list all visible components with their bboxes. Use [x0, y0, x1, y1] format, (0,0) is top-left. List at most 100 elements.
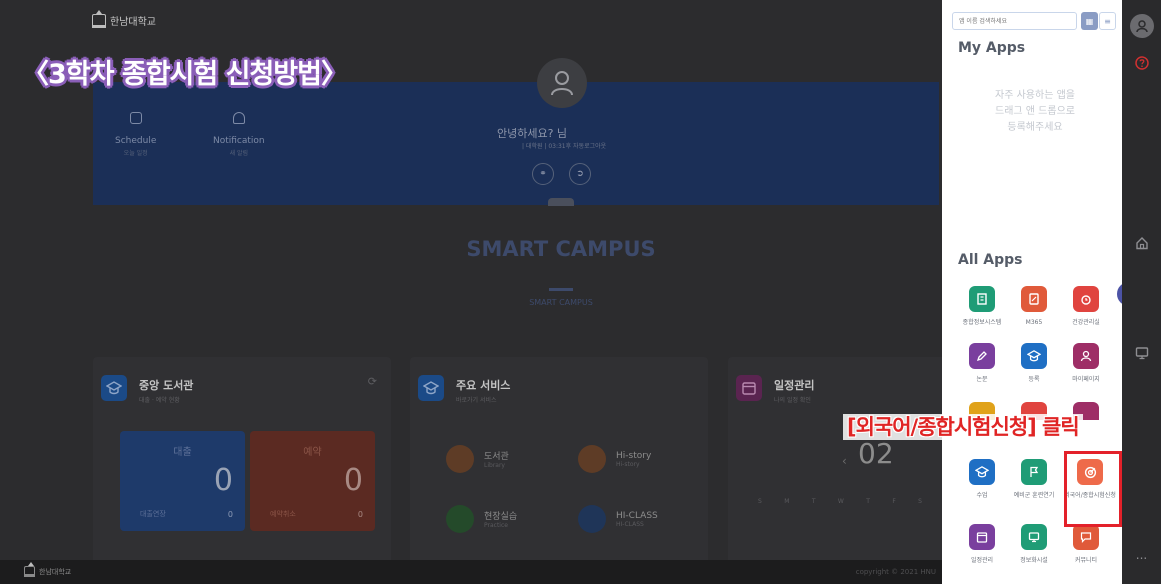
- weekday-label: T: [866, 498, 870, 505]
- services-card-sub: 바로가기 서비스: [456, 397, 497, 404]
- app-label: 예비군 훈련연기: [1013, 492, 1055, 499]
- document-icon: [1021, 286, 1047, 312]
- weekday-label: F: [892, 498, 896, 505]
- library-card-title: 중앙 도서관: [139, 379, 194, 392]
- profile-button[interactable]: [1122, 14, 1161, 38]
- app-label: 마이페이지: [1072, 376, 1100, 383]
- weekday-label: T: [811, 498, 816, 505]
- person-icon: [578, 505, 606, 533]
- university-emblem-icon: [24, 562, 35, 577]
- app-class[interactable]: 수업: [957, 459, 1007, 500]
- app-health[interactable]: 건강관리실: [1061, 286, 1111, 327]
- reserve-foot-value: 0: [357, 510, 363, 519]
- app-mypage[interactable]: 마이페이지: [1061, 343, 1111, 384]
- empty-line: 등록해주세요: [1007, 122, 1063, 133]
- building-icon: [969, 286, 995, 312]
- logout-button[interactable]: ➲: [569, 163, 591, 185]
- app-m365[interactable]: M365: [1009, 286, 1059, 327]
- link-button[interactable]: ⚭: [532, 163, 554, 185]
- monitor-icon: [1135, 347, 1148, 360]
- list-icon: ≡: [1104, 16, 1111, 26]
- weekday-label: S: [758, 498, 762, 505]
- reserve-label: 예약: [303, 447, 322, 458]
- service-label: HI-CLASS: [616, 510, 658, 521]
- app-schedule[interactable]: 일정관리: [957, 524, 1007, 565]
- service-practice[interactable]: 현장실습 Practice: [446, 505, 517, 533]
- prev-month-icon[interactable]: ‹: [842, 454, 847, 468]
- home-button[interactable]: [1122, 236, 1161, 250]
- notification-sub: 새 알림: [229, 150, 249, 157]
- library-card: 중앙 도서관 대출 · 예약 현황 ⟳ 대출 0 대출연장 0 예약 0 예약취…: [93, 357, 391, 567]
- monitor-icon: [1021, 524, 1047, 550]
- reserve-box[interactable]: 예약 0 예약취소 0: [250, 431, 375, 531]
- app-it-facilities[interactable]: 정보화시설: [1009, 524, 1059, 565]
- loan-foot-label: 대출연장: [140, 510, 166, 518]
- app-label: 일정관리: [970, 557, 994, 564]
- app-registration[interactable]: 등록: [1009, 343, 1059, 384]
- callout-instruction: [외국어/종합시험신청] 클릭: [843, 414, 1083, 440]
- home-icon: [1135, 237, 1148, 250]
- user-icon: [551, 71, 573, 96]
- reserve-foot-label: 예약취소: [270, 510, 296, 518]
- grid-icon: ▦: [1085, 16, 1094, 26]
- clipboard-icon: [446, 505, 474, 533]
- app-search-input[interactable]: [952, 12, 1077, 30]
- logout-icon: ➲: [576, 169, 584, 179]
- service-histroy[interactable]: Hi-story Hi-story: [578, 445, 651, 473]
- empty-line: 자주 사용하는 앱을: [995, 90, 1075, 101]
- app-label: 종합정보시스템: [962, 319, 1002, 326]
- university-emblem-icon: [92, 9, 106, 28]
- calendar-date: 02: [858, 437, 894, 470]
- all-apps-title: All Apps: [958, 252, 1023, 268]
- services-card-title: 주요 서비스: [456, 379, 511, 392]
- loan-box[interactable]: 대출 0 대출연장 0: [120, 431, 245, 531]
- document-icon: [578, 445, 606, 473]
- graduation-cap-icon: [1021, 343, 1047, 369]
- app-reserve-training[interactable]: 예비군 훈련연기: [1009, 459, 1059, 500]
- calendar-card: 일정관리 나의 일정 확인 ‹ 02 S M T W T F S: [728, 357, 942, 567]
- weekday-row: S M T W T F S: [758, 498, 922, 505]
- app-label: 수업: [976, 492, 988, 499]
- grid-view-button[interactable]: ▦: [1081, 12, 1098, 30]
- bell-icon: [232, 112, 245, 124]
- schedule-shortcut[interactable]: Schedule 오늘 일정: [115, 112, 156, 157]
- university-logo[interactable]: 한남대학교: [92, 9, 156, 28]
- help-icon: [1134, 56, 1149, 70]
- app-integrated-system[interactable]: 종합정보시스템: [957, 286, 1007, 327]
- flag-icon: [1021, 459, 1047, 485]
- person-icon: [1073, 343, 1099, 369]
- schedule-label: Schedule: [115, 136, 157, 146]
- service-label: 도서관: [484, 452, 509, 462]
- app-label: 커뮤니티: [1074, 557, 1098, 564]
- more-button[interactable]: ...: [1122, 548, 1161, 562]
- library-card-sub: 대출 · 예약 현황: [139, 397, 180, 404]
- smart-campus-subtitle: SMART CAMPUS: [529, 298, 593, 307]
- service-label: Hi-story: [616, 450, 652, 461]
- graduation-cap-icon: [418, 375, 444, 401]
- service-sub: Library: [484, 462, 505, 469]
- service-hiclass[interactable]: HI-CLASS HI-CLASS: [578, 505, 658, 533]
- notification-shortcut[interactable]: Notification 새 알림: [213, 112, 265, 157]
- hero-collapse-tab[interactable]: [548, 198, 574, 206]
- app-label: 건강관리실: [1072, 319, 1100, 326]
- list-view-button[interactable]: ≡: [1099, 12, 1116, 30]
- screen-button[interactable]: [1122, 346, 1161, 360]
- pencil-icon: [969, 343, 995, 369]
- my-apps-empty-message: 자주 사용하는 앱을 드래그 앤 드롭으로 등록해주세요: [960, 88, 1110, 136]
- weekday-label: M: [784, 498, 790, 505]
- notification-label: Notification: [213, 136, 265, 146]
- app-label: M365: [1025, 319, 1043, 326]
- alarm-clock-icon: [1073, 286, 1099, 312]
- help-button[interactable]: [1122, 56, 1161, 70]
- app-label: 논문: [976, 376, 988, 383]
- service-sub: Practice: [484, 522, 508, 529]
- app-community[interactable]: 커뮤니티: [1061, 524, 1111, 565]
- refresh-icon[interactable]: ⟳: [368, 375, 377, 388]
- app-thesis[interactable]: 논문: [957, 343, 1007, 384]
- chat-icon: [1073, 524, 1099, 550]
- app-label: 등록: [1028, 376, 1040, 383]
- schedule-sub: 오늘 일정: [123, 150, 148, 157]
- graduation-cap-icon: [969, 459, 995, 485]
- service-library[interactable]: 도서관 Library: [446, 445, 509, 473]
- profile-avatar[interactable]: [537, 58, 587, 108]
